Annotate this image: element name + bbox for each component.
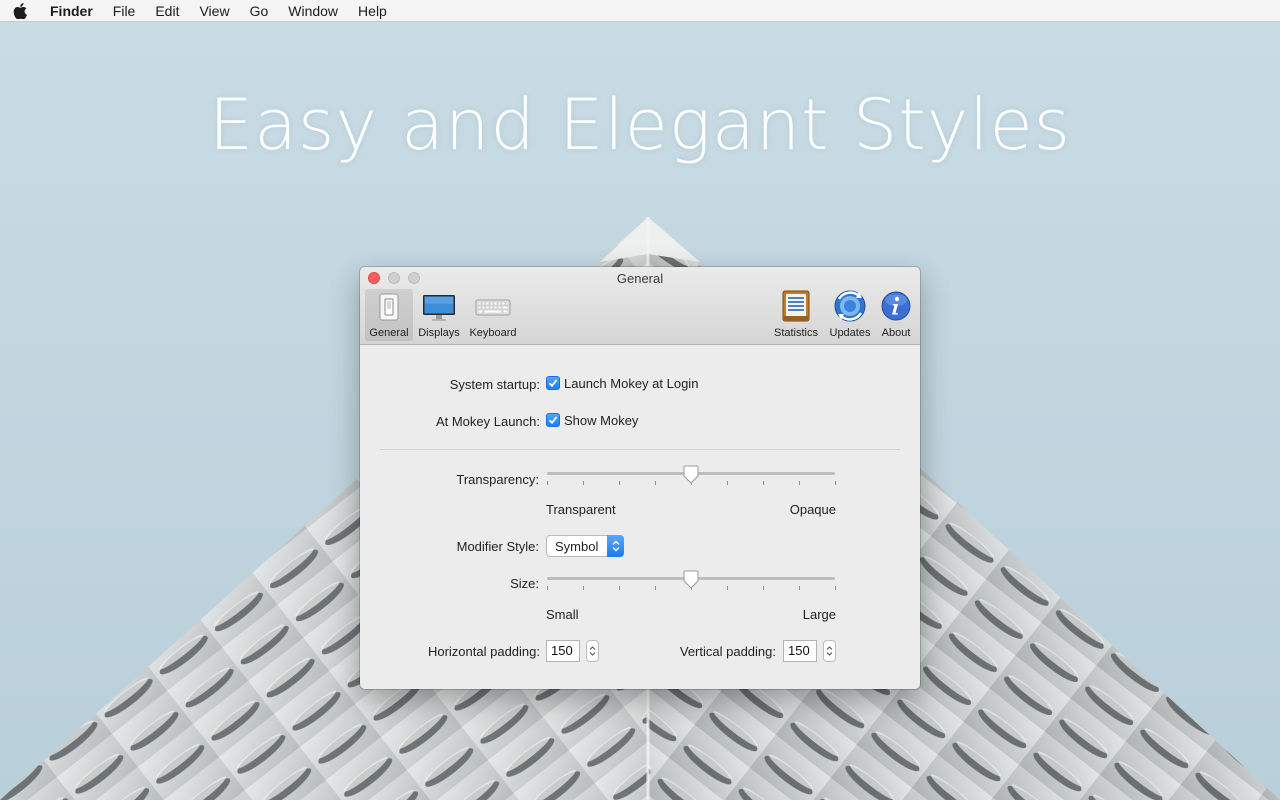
slider-tick [547,586,548,590]
toolbar-general[interactable]: General [365,289,413,341]
popup-arrows-icon [607,535,624,557]
checkmark-icon [548,379,558,388]
preferences-window: General General Displays Keyboard Statis… [360,267,920,689]
modifier-style-label: Modifier Style: [456,539,539,554]
menu-window[interactable]: Window [278,0,348,22]
menu-finder[interactable]: Finder [40,0,103,22]
toolbar-updates-label: Updates [829,327,871,339]
size-label: Size: [510,576,539,591]
slider-tick [835,586,836,590]
menu-bar: Finder File Edit View Go Window Help [0,0,1280,22]
headline: Easy and Elegant Styles [208,84,1072,166]
menu-help[interactable]: Help [348,0,397,22]
slider-tick [619,586,620,590]
transparency-max-label: Opaque [789,502,836,517]
launch-at-login-checkbox[interactable] [546,376,560,390]
updates-icon [834,290,866,322]
toolbar-displays-label: Displays [418,327,460,339]
show-mokey-checkbox[interactable] [546,413,560,427]
size-min-label: Small [546,607,579,622]
toolbar-statistics-label: Statistics [773,327,818,339]
slider-tick [547,481,548,485]
toolbar-keyboard-label: Keyboard [469,327,517,339]
slider-tick [583,586,584,590]
slider-tick [799,481,800,485]
system-startup-label: System startup: [449,377,540,392]
vertical-padding-label: Vertical padding: [679,644,776,659]
slider-tick [835,481,836,485]
slider-tick [619,481,620,485]
stepper-arrows-icon [589,646,596,656]
toolbar-displays[interactable]: Displays [415,289,463,341]
switch-icon [379,293,399,321]
toolbar-about[interactable]: About [876,289,916,341]
slider-tick [763,481,764,485]
slider-tick [763,586,764,590]
menu-go[interactable]: Go [240,0,279,22]
toolbar-updates[interactable]: Updates [826,289,874,341]
launch-at-login-label[interactable]: Launch Mokey at Login [564,376,698,391]
slider-tick [799,586,800,590]
menu-edit[interactable]: Edit [145,0,189,22]
toolbar-statistics[interactable]: Statistics [768,289,824,341]
window-title: General [616,271,664,286]
horizontal-padding-field[interactable]: 150 [546,640,580,662]
vertical-padding-stepper[interactable] [823,640,836,662]
slider-tick [655,481,656,485]
toolbar-general-label: General [369,327,409,339]
window-titlebar: General General Displays Keyboard Statis… [360,267,920,345]
slider-tick [583,481,584,485]
apple-menu-icon[interactable] [0,0,40,22]
keyboard-icon [475,299,511,316]
toolbar-keyboard[interactable]: Keyboard [465,289,521,341]
horizontal-padding-label: Horizontal padding: [427,644,540,659]
horizontal-padding-stepper[interactable] [586,640,599,662]
statistics-icon [782,290,810,322]
size-max-label: Large [802,607,836,622]
vertical-padding-field[interactable]: 150 [783,640,817,662]
show-mokey-label[interactable]: Show Mokey [564,413,638,428]
modifier-style-value: Symbol [555,538,599,554]
slider-tick [727,481,728,485]
info-icon [881,291,911,321]
separator [380,449,900,450]
modifier-style-popup[interactable]: Symbol [546,535,624,557]
transparency-label: Transparency: [456,472,539,487]
menu-file[interactable]: File [103,0,146,22]
transparency-knob[interactable] [682,465,700,485]
stepper-arrows-icon [826,646,833,656]
checkmark-icon [548,416,558,425]
menu-view[interactable]: View [189,0,239,22]
slider-tick [727,586,728,590]
transparency-min-label: Transparent [546,502,616,517]
display-icon [423,295,455,321]
toolbar-about-label: About [881,327,911,339]
at-launch-label: At Mokey Launch: [435,414,540,429]
size-knob[interactable] [682,570,700,590]
slider-tick [655,586,656,590]
